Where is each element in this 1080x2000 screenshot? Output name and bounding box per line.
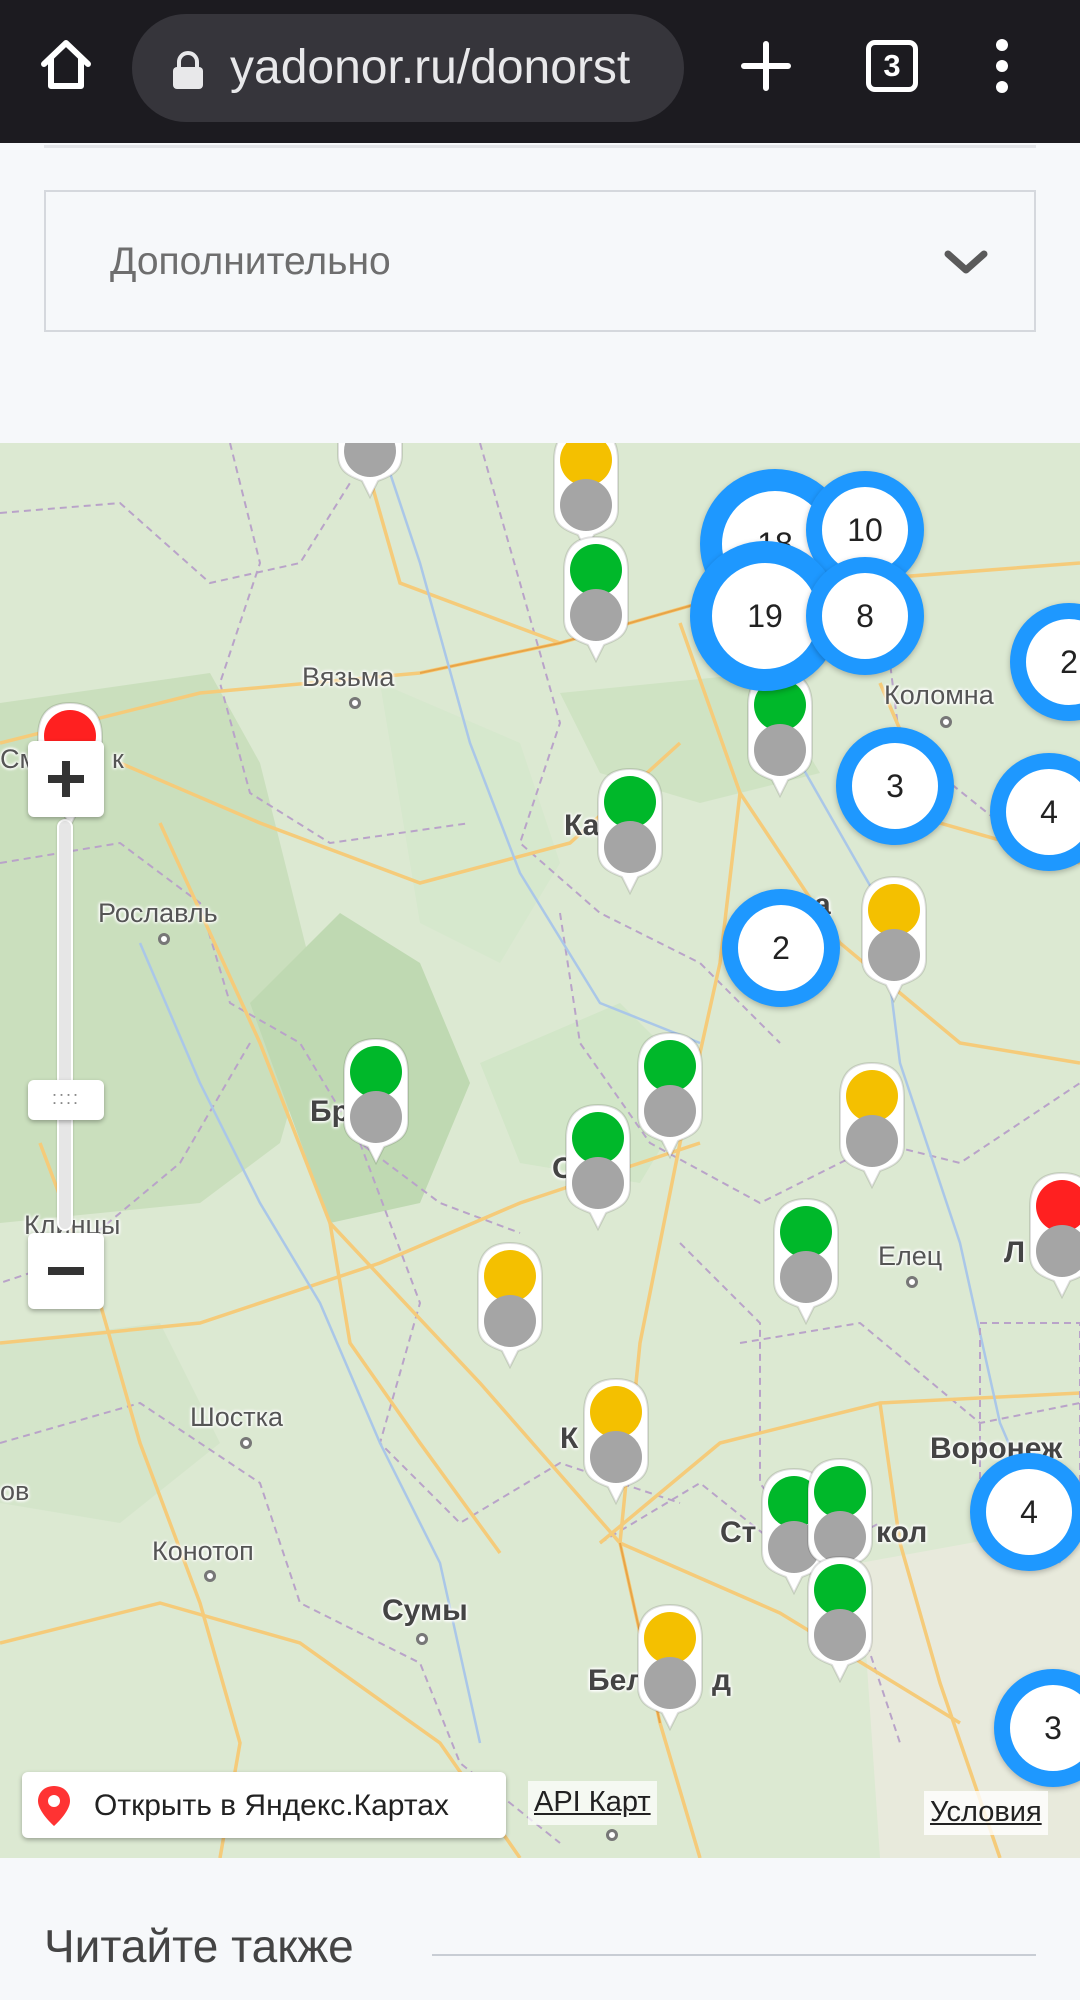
- donation-point-pin[interactable]: [802, 1553, 878, 1683]
- donation-point-pin[interactable]: [592, 765, 668, 895]
- city-marker: [240, 1437, 252, 1449]
- map[interactable]: Вязьма Коломна См к Ка Рославль а Бр О Е…: [0, 443, 1080, 1858]
- city-label: Л: [1004, 1236, 1026, 1269]
- donation-point-pin[interactable]: [768, 1195, 844, 1325]
- donation-point-pin[interactable]: [632, 1601, 708, 1731]
- traffic-light-marker-icon: [583, 1377, 649, 1505]
- traffic-light-marker-icon: [1029, 1171, 1080, 1299]
- map-cluster[interactable]: 2: [722, 889, 840, 1007]
- open-in-yandex-maps-label: Открыть в Яндекс.Картах: [94, 1789, 449, 1822]
- traffic-light-marker-icon: [477, 1241, 543, 1369]
- traffic-light-marker-icon: [637, 1031, 703, 1159]
- map-background: [0, 443, 1080, 1858]
- city-marker: [158, 933, 170, 945]
- zoom-slider-track[interactable]: [57, 819, 73, 1231]
- city-label: К: [560, 1422, 579, 1455]
- donation-point-pin[interactable]: [472, 1239, 548, 1369]
- api-maps-link[interactable]: API Карт: [528, 1781, 657, 1825]
- traffic-light-marker-icon: [597, 767, 663, 895]
- city-label: ов: [0, 1476, 30, 1506]
- map-pin-icon: [36, 1784, 72, 1828]
- city-marker: [906, 1276, 918, 1288]
- new-tab-icon[interactable]: [736, 36, 796, 96]
- chevron-down-icon: [944, 242, 988, 282]
- traffic-light-marker-icon: [637, 1603, 703, 1731]
- browser-toolbar: yadonor.ru/donorst 3: [0, 0, 1080, 143]
- city-label: Сумы: [382, 1594, 468, 1627]
- divider: [44, 145, 1036, 148]
- city-marker: [416, 1633, 428, 1645]
- city-marker: [606, 1829, 618, 1841]
- plus-icon: [48, 761, 84, 797]
- lock-icon: [170, 50, 206, 90]
- donation-point-pin[interactable]: [558, 533, 634, 663]
- address-bar[interactable]: yadonor.ru/donorst: [132, 14, 684, 122]
- traffic-light-marker-icon: [565, 1103, 631, 1231]
- city-label: Рославль: [98, 898, 218, 928]
- minus-icon: [48, 1267, 84, 1275]
- heading-divider: [432, 1954, 1036, 1956]
- traffic-light-marker-icon: [773, 1197, 839, 1325]
- terms-link[interactable]: Условия: [924, 1791, 1048, 1835]
- traffic-light-marker-icon: [807, 1555, 873, 1683]
- city-label: д: [712, 1664, 732, 1697]
- city-marker: [204, 1570, 216, 1582]
- home-icon[interactable]: [36, 34, 96, 94]
- city-label: к: [112, 744, 124, 774]
- city-label: Шостка: [190, 1402, 284, 1432]
- open-in-yandex-maps-button[interactable]: Открыть в Яндекс.Картах: [22, 1772, 506, 1838]
- traffic-light-marker-icon: [337, 443, 403, 499]
- map-cluster[interactable]: 3: [836, 727, 954, 845]
- read-also-heading: Читайте также: [44, 1920, 354, 1972]
- donation-point-pin[interactable]: [834, 1059, 910, 1189]
- donation-point-pin[interactable]: [560, 1101, 636, 1231]
- url-text: yadonor.ru/donorst: [230, 41, 631, 94]
- donation-point-pin[interactable]: [332, 443, 408, 499]
- donation-point-pin[interactable]: [338, 1035, 414, 1165]
- traffic-light-marker-icon: [839, 1061, 905, 1189]
- donation-point-pin[interactable]: [1024, 1169, 1080, 1299]
- zoom-slider-handle[interactable]: ::::: [28, 1080, 104, 1120]
- donation-point-pin[interactable]: [856, 873, 932, 1003]
- traffic-light-marker-icon: [861, 875, 927, 1003]
- tabs-button[interactable]: 3: [866, 40, 918, 92]
- donation-point-pin[interactable]: [632, 1029, 708, 1159]
- city-marker: [349, 697, 361, 709]
- city-label: Ст: [720, 1516, 757, 1549]
- city-label: Конотоп: [152, 1536, 254, 1566]
- map-cluster[interactable]: 8: [806, 557, 924, 675]
- more-vert-icon[interactable]: [988, 36, 1016, 96]
- city-label: кол: [876, 1516, 928, 1549]
- map-cluster[interactable]: 4: [970, 1453, 1080, 1571]
- zoom-out-button[interactable]: [28, 1233, 104, 1309]
- traffic-light-marker-icon: [343, 1037, 409, 1165]
- zoom-in-button[interactable]: [28, 741, 104, 817]
- traffic-light-marker-icon: [563, 535, 629, 663]
- additional-filter-dropdown[interactable]: Дополнительно: [44, 190, 1036, 332]
- donation-point-pin[interactable]: [578, 1375, 654, 1505]
- city-label: Елец: [878, 1241, 943, 1271]
- dropdown-label: Дополнительно: [110, 240, 391, 283]
- city-label: Вязьма: [302, 662, 395, 692]
- city-label: Коломна: [884, 680, 994, 710]
- city-marker: [940, 716, 952, 728]
